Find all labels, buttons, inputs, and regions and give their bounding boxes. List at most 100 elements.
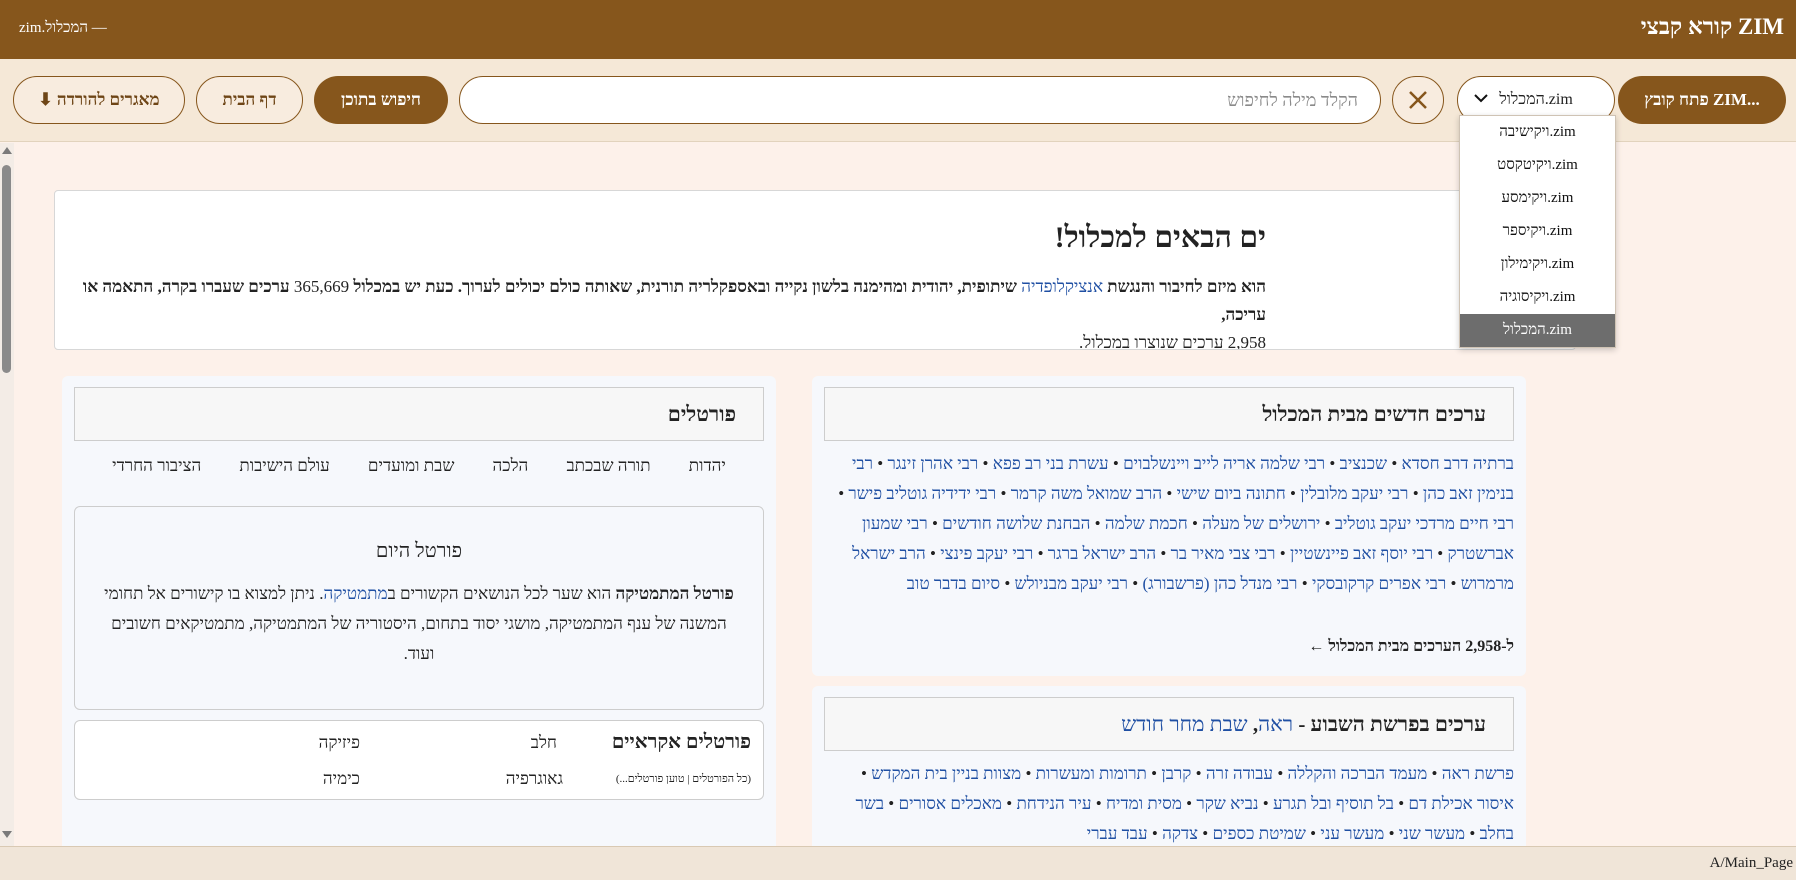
article-link[interactable]: שכנציב [1340, 454, 1387, 473]
bullet-separator: • [1305, 824, 1321, 843]
search-input[interactable] [459, 76, 1381, 124]
article-link[interactable]: צדקה [1162, 824, 1198, 843]
article-link[interactable]: רבי חיים מרדכי יעקב גוטליב [1335, 514, 1514, 533]
portal-link[interactable]: יהדות [689, 456, 726, 476]
portal-link[interactable]: עולם הישיבות [239, 456, 329, 476]
dropdown-option[interactable]: ויקימסע.zim [1460, 182, 1615, 215]
bullet-separator: • [1446, 574, 1461, 593]
bullet-separator: • [872, 454, 888, 473]
bullet-separator: • [1297, 574, 1312, 593]
portal-links: יהדות תורה שבכתב הלכה שבת ומועדים עולם ה… [74, 456, 764, 476]
open-file-button[interactable]: פתח קובץ ZIM... [1618, 76, 1786, 124]
scroll-up-arrow-icon[interactable] [2, 147, 12, 154]
bullet-separator: • [861, 764, 872, 783]
article-link[interactable]: רבי ידידיה גוטליב פישר [848, 484, 996, 503]
new-articles-more-link[interactable]: ל-2,958 הערכים מבית המכלול ← [824, 638, 1514, 656]
article-link[interactable]: רבי אפרים קרקובסקי [1312, 574, 1446, 593]
parasha-title: ערכים בפרשת השבוע - ראה, שבת מחר חודש [824, 697, 1514, 751]
article-link[interactable]: רבי יוסף זאב פיינשטיין [1290, 544, 1433, 563]
article-link[interactable]: הרב ישראל ברגר [1048, 544, 1156, 563]
downloads-button[interactable]: ⬇ מאגרים להורדה [13, 76, 185, 124]
portal-link[interactable]: שבת ומועדים [368, 456, 455, 476]
scroll-down-arrow-icon[interactable] [2, 831, 12, 838]
random-portal-link[interactable]: חלב [531, 733, 557, 753]
article-link[interactable]: תרומות ומעשרות [1036, 764, 1147, 783]
encyclopedia-link[interactable]: אנציקלופדיה [1021, 277, 1103, 296]
portal-link[interactable]: הציבור החרדי [112, 456, 201, 476]
article-link[interactable]: בל תוסיף ובל תגרע [1273, 794, 1394, 813]
dropdown-option[interactable]: ויקיסוגיה.zim [1460, 281, 1615, 314]
welcome-text-part: הוא מיזם לחיבור והנגשת [1107, 277, 1266, 296]
bullet-separator: • [1000, 574, 1015, 593]
article-link[interactable]: רבי אהרן זינגר [887, 454, 978, 473]
article-link[interactable]: רבי יעקב מלובלין [1300, 484, 1408, 503]
welcome-text-line2: 2,958 ערכים שנוצרו במכלול. [1079, 333, 1266, 350]
article-link[interactable]: הרב שמואל משה קרמר [1011, 484, 1162, 503]
parasha-title-prefix: ערכים בפרשת השבוע - [1298, 711, 1486, 736]
bullet-separator: • [1162, 484, 1177, 503]
random-portals-subtitle[interactable]: (כל הפורטלים | טוען פורטלים...) [616, 773, 751, 785]
bullet-separator: • [1273, 764, 1288, 783]
article-link[interactable]: עשרת בני רב פפא [993, 454, 1109, 473]
article-link[interactable]: מעמד הברכה והקללה [1288, 764, 1428, 783]
right-column: ערכים חדשים מבית המכלול ברתיה דרב חסדא •… [812, 376, 1526, 846]
portal-today-text-part: הוא שער לכל הנושאים הקשורים ב [387, 584, 612, 603]
bullet-separator: • [838, 484, 849, 503]
search-content-button[interactable]: חיפוש בתוכן [314, 76, 448, 124]
portal-link[interactable]: תורה שבכתב [566, 456, 650, 476]
bullet-separator: • [1275, 544, 1290, 563]
math-link[interactable]: מתמטיקה [323, 584, 387, 603]
portal-link[interactable]: הלכה [493, 456, 529, 476]
article-link[interactable]: שמיטת כספים [1213, 824, 1306, 843]
status-path: A/Main_Page [1709, 855, 1793, 871]
article-link[interactable]: רבי מנדל כהן (פרשבורג) [1142, 574, 1297, 593]
article-link[interactable]: עיר הנידחת [1016, 794, 1091, 813]
article-link[interactable]: מאכלים אסורים [898, 794, 1002, 813]
dropdown-option[interactable]: ויקיטקסט.zim [1460, 149, 1615, 182]
parasha-title-sep: , [1252, 711, 1259, 736]
portal-today-text: פורטל המתמטיקה הוא שער לכל הנושאים הקשור… [95, 579, 743, 669]
bullet-separator: • [1021, 764, 1036, 783]
bullet-separator: • [1033, 544, 1048, 563]
title-bar: קורא קבצי ZIM zim.המכלול — [0, 0, 1796, 59]
bullet-separator: • [927, 514, 943, 533]
article-link[interactable]: מעשר עני [1320, 824, 1384, 843]
article-link[interactable]: הבחנת שלושה חודשים [942, 514, 1090, 533]
document-subtitle: zim.המכלול — [19, 20, 107, 36]
random-portal-link[interactable]: כימיה [323, 769, 360, 789]
article-link[interactable]: רבי צבי מאיר בר [1171, 544, 1276, 563]
article-link[interactable]: סיום בדבר טוב [907, 574, 1000, 593]
parasha-link[interactable]: ראה [1258, 712, 1293, 737]
article-link[interactable]: חכמת שלמה [1105, 514, 1188, 533]
portal-today-bold: פורטל המתמטיקה [615, 584, 734, 603]
more-prefix: ל- [1501, 638, 1514, 655]
parasha-box: ערכים בפרשת השבוע - ראה, שבת מחר חודש פר… [812, 686, 1526, 846]
home-button[interactable]: דף הבית [196, 76, 303, 124]
random-portal-link[interactable]: גאוגרפיה [506, 769, 563, 789]
article-link[interactable]: רבי יעקב פינצי [940, 544, 1033, 563]
dropdown-option-selected[interactable]: המכלול.zim [1460, 314, 1615, 347]
random-portal-link[interactable]: פיזיקה [319, 733, 360, 753]
article-link[interactable]: נביא שקר [1196, 794, 1258, 813]
portal-of-the-day: פורטל היום פורטל המתמטיקה הוא שער לכל הנ… [74, 506, 764, 710]
article-link[interactable]: מסית ומדיח [1106, 794, 1182, 813]
article-link[interactable]: רבי יעקב מבניולש [1015, 574, 1128, 593]
article-link[interactable]: חתונה ביום שישי [1177, 484, 1286, 503]
article-link[interactable]: עבד עברי [1087, 824, 1148, 843]
dropdown-option[interactable]: ויקימילון.zim [1460, 248, 1615, 281]
dropdown-option[interactable]: ויקישיבה.zim [1460, 116, 1615, 149]
article-link[interactable]: מצוות בניין בית המקדש [871, 764, 1021, 783]
article-link[interactable]: מעשר שני [1399, 824, 1465, 843]
clear-search-button[interactable] [1392, 76, 1444, 124]
article-link[interactable]: עבודה זרה [1206, 764, 1273, 783]
shabbat-link[interactable]: שבת מחר חודש [1121, 712, 1247, 737]
article-link[interactable]: קרבן [1161, 764, 1191, 783]
article-link[interactable]: איסור אכילת דם [1408, 794, 1514, 813]
article-link[interactable]: פרשת ראה [1442, 764, 1514, 783]
dropdown-option[interactable]: ויקיספר.zim [1460, 215, 1615, 248]
bullet-separator: • [1191, 764, 1206, 783]
article-link[interactable]: רבי שלמה אריה לייב ויינשלבוים [1123, 454, 1325, 473]
article-link[interactable]: ברתיה דרב חסדא [1402, 454, 1514, 473]
article-link[interactable]: ירושלים של מעלה [1202, 514, 1320, 533]
scrollbar-thumb[interactable] [2, 165, 11, 373]
